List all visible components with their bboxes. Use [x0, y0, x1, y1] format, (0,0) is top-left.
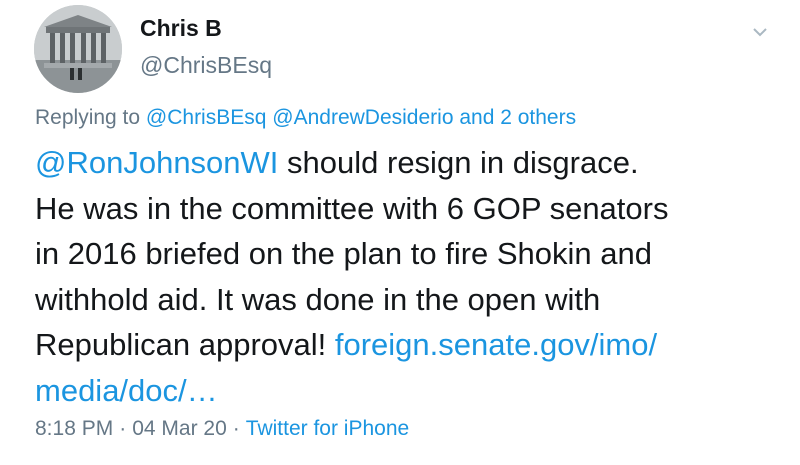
- tweet-line-3: in 2016 briefed on the plan to fire Shok…: [35, 236, 653, 271]
- meta-separator: ·: [232, 417, 240, 440]
- tweet-time[interactable]: 8:18 PM: [35, 417, 113, 440]
- tweet-mention-ronjohnsonwi[interactable]: @RonJohnsonWI: [35, 145, 278, 180]
- tweet-url-link-continued[interactable]: media/doc/…: [35, 373, 218, 408]
- avatar-image: [34, 5, 122, 93]
- tweet-text: @RonJohnsonWI should resign in disgrace.…: [35, 140, 775, 413]
- reply-others-link[interactable]: and 2 others: [459, 106, 576, 129]
- tweet-url-link[interactable]: foreign.senate.gov/imo/: [335, 327, 657, 362]
- tweet-line-5: Republican approval!: [35, 327, 335, 362]
- avatar[interactable]: [34, 5, 122, 93]
- tweet-line-2: He was in the committee with 6 GOP senat…: [35, 190, 669, 226]
- reply-mention-chrisbesq[interactable]: @ChrisBEsq: [146, 106, 267, 129]
- tweet-date[interactable]: 04 Mar 20: [132, 417, 227, 440]
- author-display-name[interactable]: Chris B: [140, 15, 222, 42]
- replying-to-label: Replying to: [35, 106, 146, 129]
- chevron-down-icon[interactable]: [750, 22, 770, 42]
- replying-to: Replying to @ChrisBEsq @AndrewDesiderio …: [35, 106, 576, 130]
- tweet-source-link[interactable]: Twitter for iPhone: [246, 417, 409, 440]
- meta-separator: ·: [119, 417, 127, 440]
- tweet-line-1: should resign in disgrace.: [278, 145, 639, 180]
- author-handle[interactable]: @ChrisBEsq: [140, 52, 272, 79]
- tweet-meta: 8:18 PM · 04 Mar 20 · Twitter for iPhone: [35, 417, 409, 441]
- reply-mention-andrewdesiderio[interactable]: @AndrewDesiderio: [272, 106, 453, 129]
- tweet-line-4: withhold aid. It was done in the open wi…: [35, 281, 601, 317]
